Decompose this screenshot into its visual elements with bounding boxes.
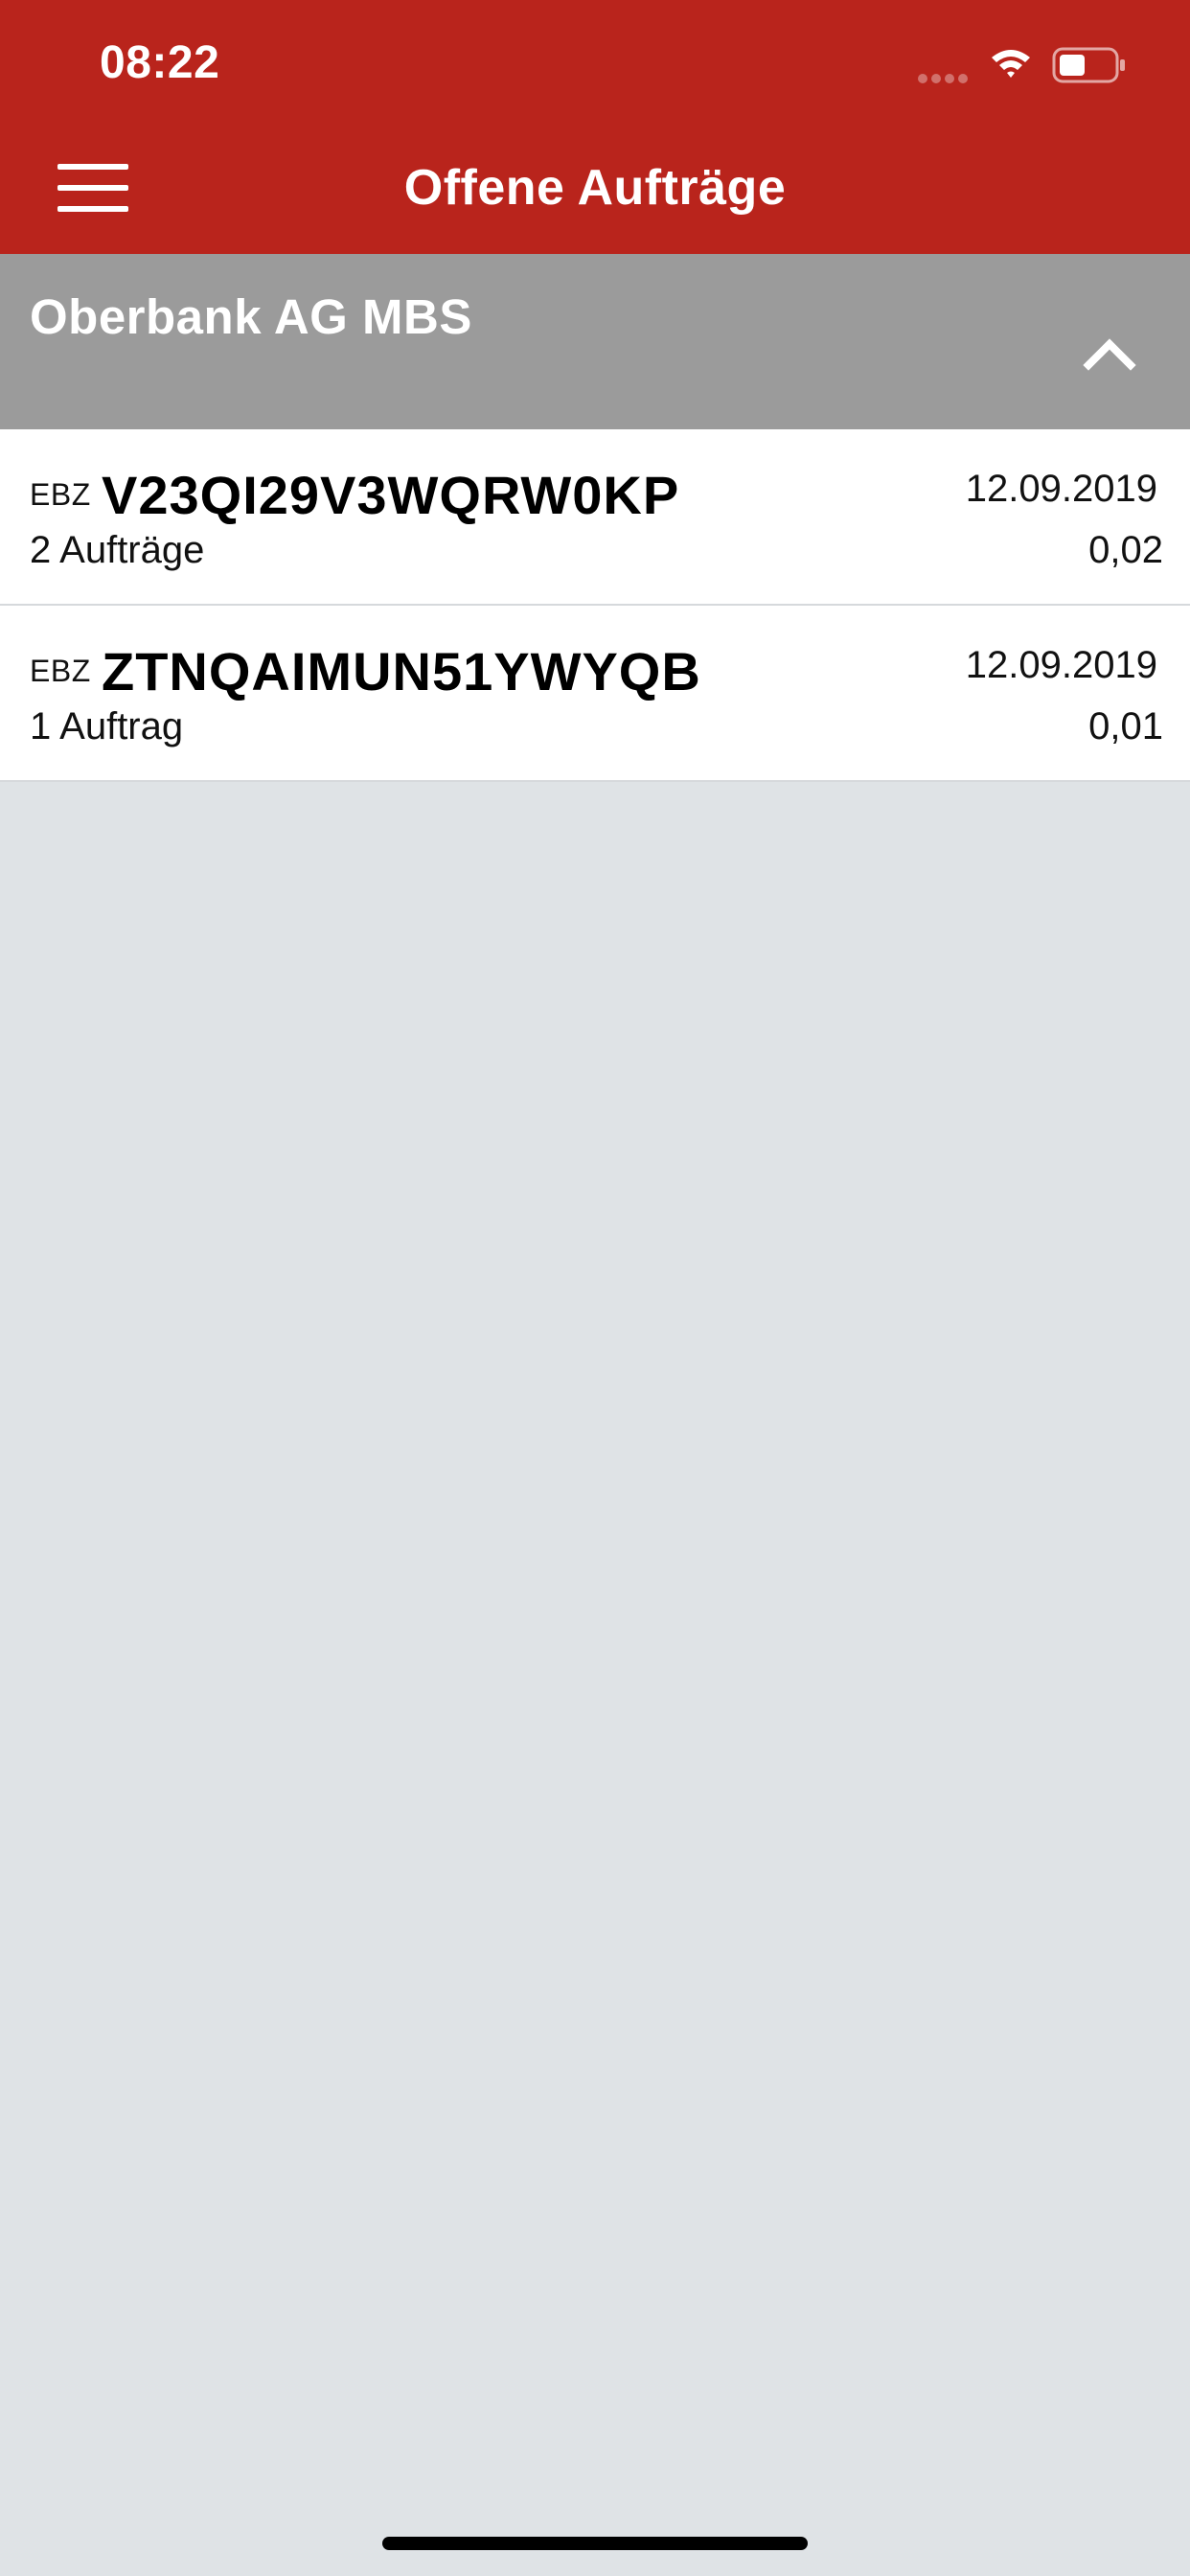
order-date: 12.09.2019 [965,468,1157,510]
order-id: V23QI29V3WQRW0KP [102,465,680,525]
chevron-up-icon[interactable] [1079,327,1140,380]
order-amount: 0,01 [1088,705,1163,748]
order-row[interactable]: EBZ ZTNQAIMUN51YWYQB 1 Auftrag 12.09.201… [0,606,1190,782]
wifi-icon [992,50,1030,78]
home-indicator[interactable] [382,2537,808,2550]
order-row[interactable]: EBZ V23QI29V3WQRW0KP 2 Aufträge 12.09.20… [0,429,1190,606]
app-header: 08:22 Offene Aufträge [0,0,1190,254]
order-prefix: EBZ [30,654,91,688]
order-prefix: EBZ [30,477,91,512]
signal-dots-icon [918,71,973,83]
bank-section-header[interactable]: Oberbank AG MBS [0,254,1190,429]
order-count: 2 Aufträge [30,529,205,571]
status-time: 08:22 [100,37,220,88]
battery-icon [1052,47,1125,83]
page-title: Offene Aufträge [403,160,787,216]
order-date: 12.09.2019 [965,644,1157,686]
order-amount: 0,02 [1088,529,1163,571]
bank-section-title: Oberbank AG MBS [30,289,472,344]
order-count: 1 Auftrag [30,705,184,748]
order-id: ZTNQAIMUN51YWYQB [102,641,701,702]
order-list: EBZ V23QI29V3WQRW0KP 2 Aufträge 12.09.20… [0,429,1190,782]
screen: 08:22 Offene Aufträge Oberbank AG MBS EB… [0,0,1190,2576]
